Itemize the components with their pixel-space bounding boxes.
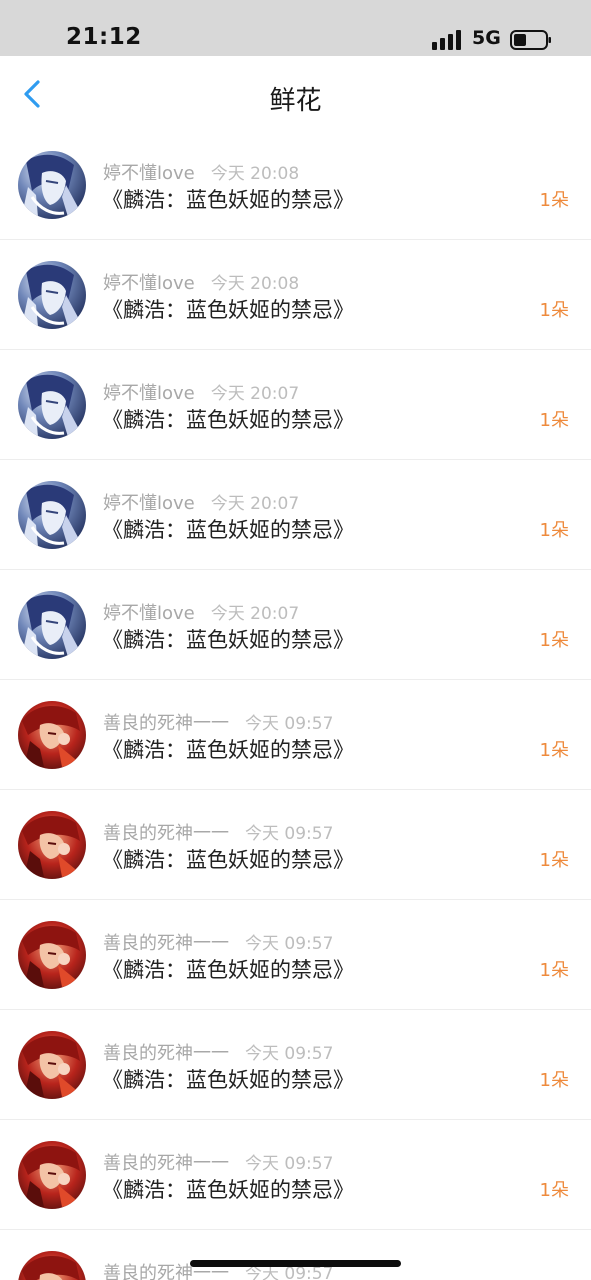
username[interactable]: 婷不懂love 今天 20:08: [103, 269, 299, 295]
avatar-red-character-icon: [18, 1141, 86, 1209]
username[interactable]: 善良的死神一一 今天 09:57: [103, 819, 333, 845]
username-text: 婷不懂love: [103, 493, 195, 514]
avatar-blue-character-icon: [18, 151, 86, 219]
avatar[interactable]: [18, 151, 86, 219]
avatar[interactable]: [18, 371, 86, 439]
book-title: 《麟浩：蓝色妖姬的禁忌》: [102, 628, 354, 652]
avatar[interactable]: [18, 921, 86, 989]
book-title: 《麟浩：蓝色妖姬的禁忌》: [102, 408, 354, 432]
timestamp: 今天 20:07: [210, 384, 300, 404]
username-text: 善良的死神一一: [103, 1153, 229, 1174]
avatar-red-character-icon: [18, 1251, 86, 1280]
avatar[interactable]: [18, 1031, 86, 1099]
timestamp: 今天 20:08: [210, 274, 300, 294]
flower-count: 1朵: [539, 1070, 569, 1091]
battery-icon: [510, 30, 551, 50]
book-title: 《麟浩：蓝色妖姬的禁忌》: [102, 518, 354, 542]
flower-count: 1朵: [539, 960, 569, 981]
flower-count: 1朵: [539, 410, 569, 431]
flower-count: 1朵: [539, 850, 569, 871]
list-item[interactable]: 婷不懂love 今天 20:08 《麟浩：蓝色妖姬的禁忌》 1朵: [0, 240, 591, 350]
username[interactable]: 婷不懂love 今天 20:07: [103, 599, 299, 625]
list-item[interactable]: 善良的死神一一 今天 09:57 《麟浩：蓝色妖姬的禁忌》 1朵: [0, 1010, 591, 1120]
book-title: 《麟浩：蓝色妖姬的禁忌》: [102, 958, 354, 982]
avatar[interactable]: [18, 591, 86, 659]
list-item[interactable]: 婷不懂love 今天 20:08 《麟浩：蓝色妖姬的禁忌》 1朵: [0, 130, 591, 240]
flower-count: 1朵: [539, 740, 569, 761]
username[interactable]: 婷不懂love 今天 20:07: [103, 489, 299, 515]
book-title: 《麟浩：蓝色妖姬的禁忌》: [102, 188, 354, 212]
username-text: 婷不懂love: [103, 273, 195, 294]
book-title: 《麟浩：蓝色妖姬的禁忌》: [102, 1178, 354, 1202]
status-bar: 21:12 5G: [0, 0, 591, 56]
username[interactable]: 善良的死神一一 今天 09:57: [103, 929, 333, 955]
list-item[interactable]: 善良的死神一一 今天 09:57 《麟浩：蓝色妖姬的禁忌》 1朵: [0, 680, 591, 790]
list-item[interactable]: 婷不懂love 今天 20:07 《麟浩：蓝色妖姬的禁忌》 1朵: [0, 350, 591, 460]
avatar-red-character-icon: [18, 921, 86, 989]
timestamp: 今天 09:57: [245, 824, 334, 844]
avatar-blue-character-icon: [18, 591, 86, 659]
signal-icon: [432, 30, 461, 50]
username[interactable]: 善良的死神一一 今天 09:57: [103, 709, 333, 735]
avatar[interactable]: [18, 1141, 86, 1209]
flower-count: 1朵: [539, 1180, 569, 1201]
home-indicator: [190, 1260, 401, 1267]
username-text: 婷不懂love: [103, 163, 195, 184]
flower-count: 1朵: [539, 630, 569, 651]
avatar[interactable]: [18, 261, 86, 329]
flower-count: 1朵: [539, 190, 569, 211]
book-title: 《麟浩：蓝色妖姬的禁忌》: [102, 738, 354, 762]
list-item[interactable]: 善良的死神一一 今天 09:57: [0, 1230, 591, 1280]
nav-bar: 鲜花: [0, 56, 591, 131]
avatar-blue-character-icon: [18, 261, 86, 329]
book-title: 《麟浩：蓝色妖姬的禁忌》: [102, 848, 354, 872]
book-title: 《麟浩：蓝色妖姬的禁忌》: [102, 1068, 354, 1092]
avatar-blue-character-icon: [18, 371, 86, 439]
list-item[interactable]: 善良的死神一一 今天 09:57 《麟浩：蓝色妖姬的禁忌》 1朵: [0, 790, 591, 900]
list-item[interactable]: 善良的死神一一 今天 09:57 《麟浩：蓝色妖姬的禁忌》 1朵: [0, 900, 591, 1010]
username-text: 婷不懂love: [103, 603, 195, 624]
timestamp: 今天 20:08: [210, 164, 300, 184]
username[interactable]: 善良的死神一一 今天 09:57: [103, 1149, 333, 1175]
network-label: 5G: [472, 27, 501, 49]
timestamp: 今天 09:57: [245, 1044, 334, 1064]
avatar-red-character-icon: [18, 811, 86, 879]
avatar[interactable]: [18, 481, 86, 549]
flower-count: 1朵: [539, 520, 569, 541]
timestamp: 今天 20:07: [210, 494, 300, 514]
flower-count: 1朵: [539, 300, 569, 321]
book-title: 《麟浩：蓝色妖姬的禁忌》: [102, 298, 354, 322]
avatar[interactable]: [18, 701, 86, 769]
username-text: 婷不懂love: [103, 383, 195, 404]
username[interactable]: 婷不懂love 今天 20:08: [103, 159, 299, 185]
username[interactable]: 婷不懂love 今天 20:07: [103, 379, 299, 405]
username-text: 善良的死神一一: [103, 1043, 229, 1064]
username-text: 善良的死神一一: [103, 933, 229, 954]
list-item[interactable]: 善良的死神一一 今天 09:57 《麟浩：蓝色妖姬的禁忌》 1朵: [0, 1120, 591, 1230]
avatar[interactable]: [18, 811, 86, 879]
avatar-red-character-icon: [18, 1031, 86, 1099]
timestamp: 今天 20:07: [210, 604, 300, 624]
flower-list: 婷不懂love 今天 20:08 《麟浩：蓝色妖姬的禁忌》 1朵 婷不懂love 今天 2…: [0, 130, 591, 1280]
list-item[interactable]: 婷不懂love 今天 20:07 《麟浩：蓝色妖姬的禁忌》 1朵: [0, 460, 591, 570]
username-text: 善良的死神一一: [103, 823, 229, 844]
username[interactable]: 善良的死神一一 今天 09:57: [103, 1039, 333, 1065]
avatar[interactable]: [18, 1251, 86, 1280]
page-title: 鲜花: [269, 86, 322, 116]
list-item[interactable]: 婷不懂love 今天 20:07 《麟浩：蓝色妖姬的禁忌》 1朵: [0, 570, 591, 680]
avatar-red-character-icon: [18, 701, 86, 769]
status-time: 21:12: [66, 24, 142, 50]
avatar-blue-character-icon: [18, 481, 86, 549]
timestamp: 今天 09:57: [245, 1154, 334, 1174]
timestamp: 今天 09:57: [245, 934, 334, 954]
timestamp: 今天 09:57: [245, 714, 334, 734]
username-text: 善良的死神一一: [103, 713, 229, 734]
